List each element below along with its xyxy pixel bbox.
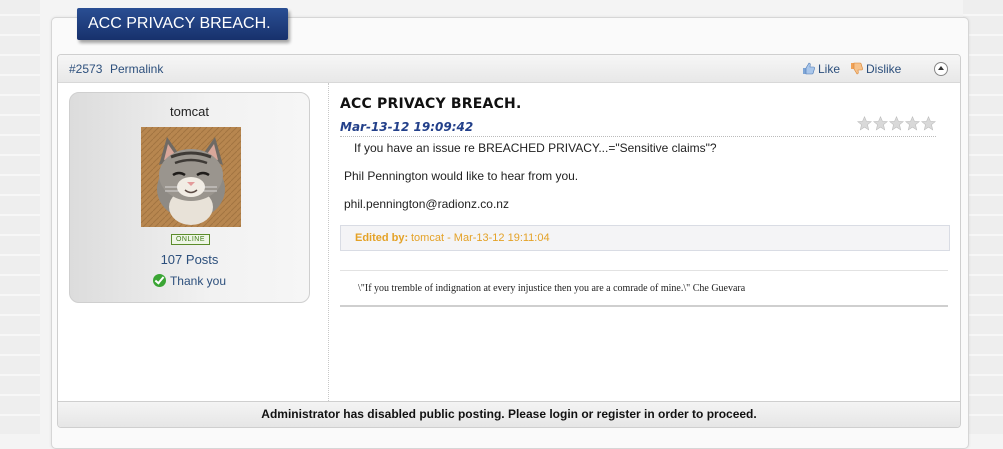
post-number-link[interactable]: #2573 [69,62,102,76]
dislike-thumb-icon [851,62,863,75]
edited-by-label: Edited by: [355,232,409,244]
background-right [963,0,1003,434]
user-post-count: 107 Posts [70,252,309,267]
permalink-link[interactable]: Permalink [110,62,163,76]
star-icon[interactable] [905,116,920,131]
like-label: Like [818,62,841,76]
post-body-line-2: Phil Pennington would like to hear from … [344,169,579,183]
date-divider [340,136,936,137]
user-profile-card: tomcat ONLINE 107 Posts Thank you [69,92,310,303]
post-date: Mar-13-12 19:09:42 [340,120,474,134]
username-link[interactable]: tomcat [70,104,309,119]
post: #2573 Permalink Like Dislike tomcat ONLI… [57,54,961,428]
user-avatar[interactable] [141,127,241,227]
star-icon[interactable] [921,116,936,131]
collapse-icon[interactable] [934,62,948,76]
post-body-email[interactable]: phil.pennington@radionz.co.nz [344,197,509,211]
thank-you-button[interactable]: Thank you [70,274,309,288]
sidebar-divider [328,83,329,401]
like-thumb-icon [803,62,815,75]
online-status-badge: ONLINE [171,234,210,245]
post-body-line-1: If you have an issue re BREACHED PRIVACY… [354,141,717,155]
edited-info: Edited by: tomcat - Mar-13-12 19:11:04 [340,225,950,251]
dislike-button[interactable]: Dislike [850,62,901,76]
signature-divider-bottom [340,305,948,307]
like-button[interactable]: Like [802,62,840,76]
edited-by-value: tomcat - Mar-13-12 19:11:04 [411,232,550,244]
post-title: ACC PRIVACY BREACH. [340,96,522,112]
star-icon[interactable] [857,116,872,131]
kitten-avatar-image [141,127,241,227]
posts-count: 107 [160,252,183,267]
check-icon [152,274,166,287]
posting-disabled-notice: Administrator has disabled public postin… [58,401,960,427]
dislike-label: Dislike [866,62,902,76]
posts-label: Posts [185,252,219,267]
user-signature: \"If you tremble of indignation at every… [358,283,746,294]
star-icon[interactable] [873,116,888,131]
post-header: #2573 Permalink Like Dislike [58,55,960,83]
topic-title: ACC PRIVACY BREACH. [77,8,288,40]
signature-divider-top [340,270,948,271]
rating-stars[interactable] [857,116,937,136]
background-left [0,0,40,434]
star-icon[interactable] [889,116,904,131]
thank-you-label: Thank you [169,274,227,288]
